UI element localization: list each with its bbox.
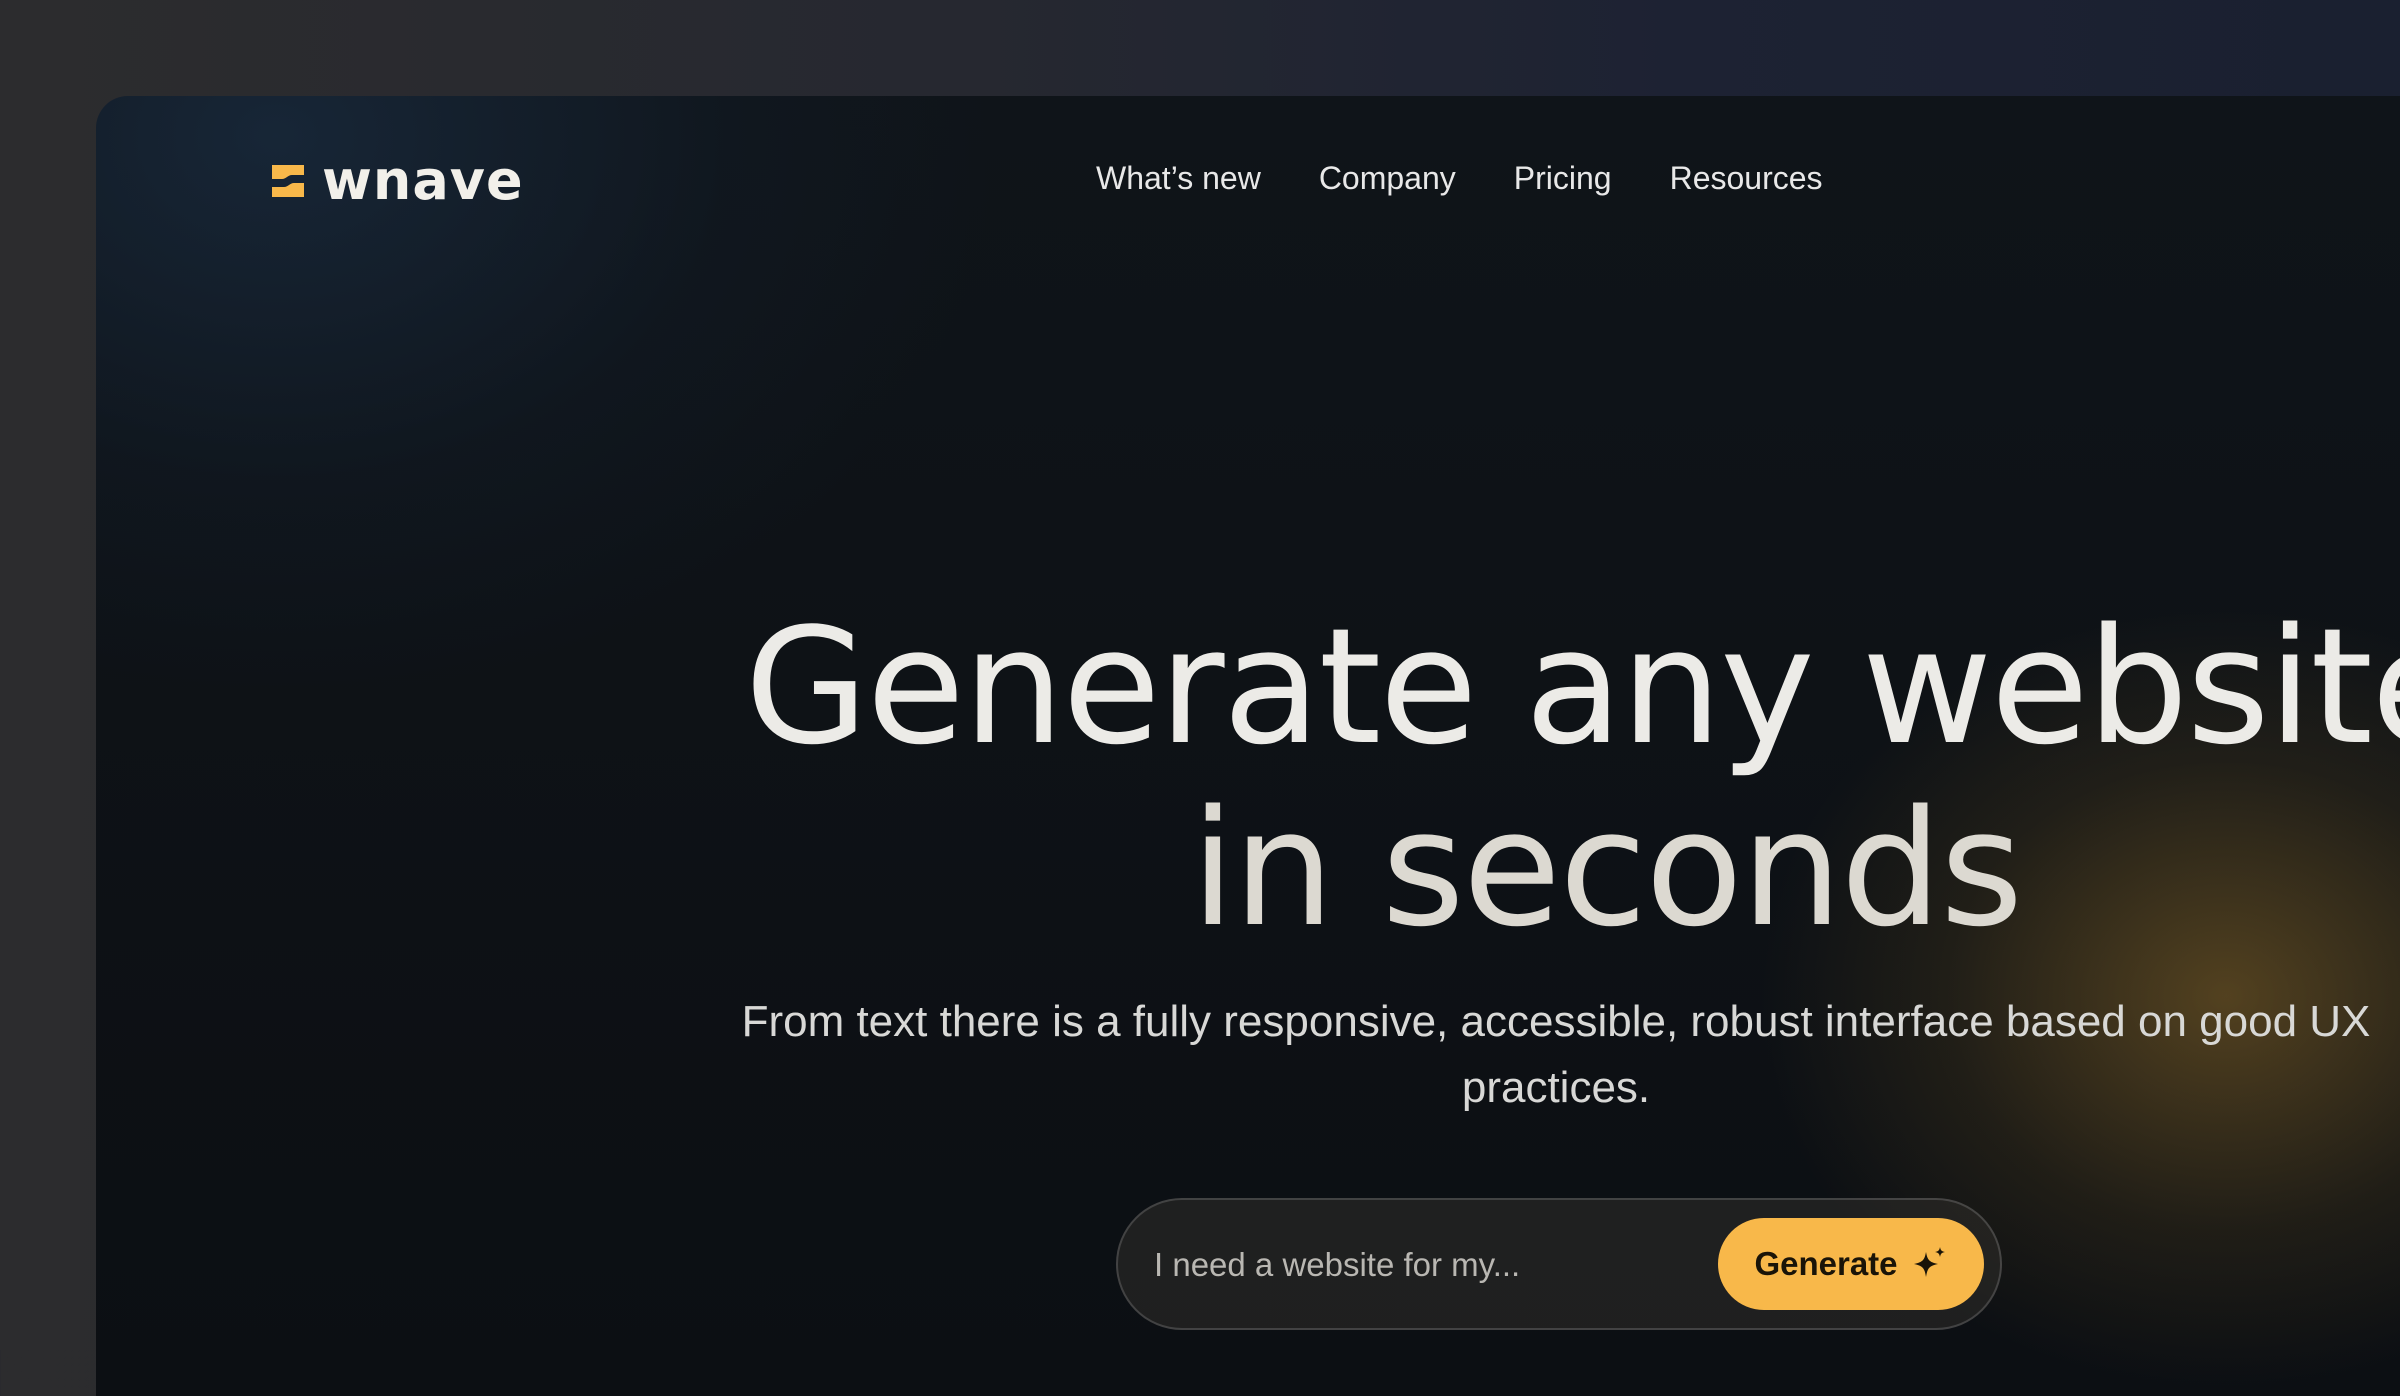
sparkle-icon (1913, 1247, 1945, 1277)
website-prompt-input[interactable] (1154, 1230, 1674, 1300)
s-logo-mark-icon (272, 165, 304, 197)
brand-name: wnave (322, 149, 524, 212)
nav-pricing[interactable]: Pricing (1514, 158, 1612, 200)
hero-title-line2: in seconds (1190, 775, 2024, 962)
prompt-bar: Generate (1116, 1198, 2002, 1330)
generate-button[interactable]: Generate (1718, 1218, 1984, 1310)
browser-window: wnave What’s new Company Pricing Resourc… (96, 96, 2400, 1396)
nav-whats-new[interactable]: What’s new (1096, 158, 1261, 200)
nav-resources[interactable]: Resources (1670, 158, 1823, 200)
hero-title: Generate any website in seconds (656, 596, 2400, 960)
hero-subtitle: From text there is a fully responsive, a… (741, 997, 2371, 1112)
hero-title-line1: Generate any website (744, 593, 2400, 780)
generate-button-label: Generate (1754, 1245, 1898, 1282)
main-nav: What’s new Company Pricing Resources (1096, 158, 1823, 200)
nav-company[interactable]: Company (1319, 158, 1456, 200)
brand-logo[interactable]: wnave (270, 154, 524, 208)
